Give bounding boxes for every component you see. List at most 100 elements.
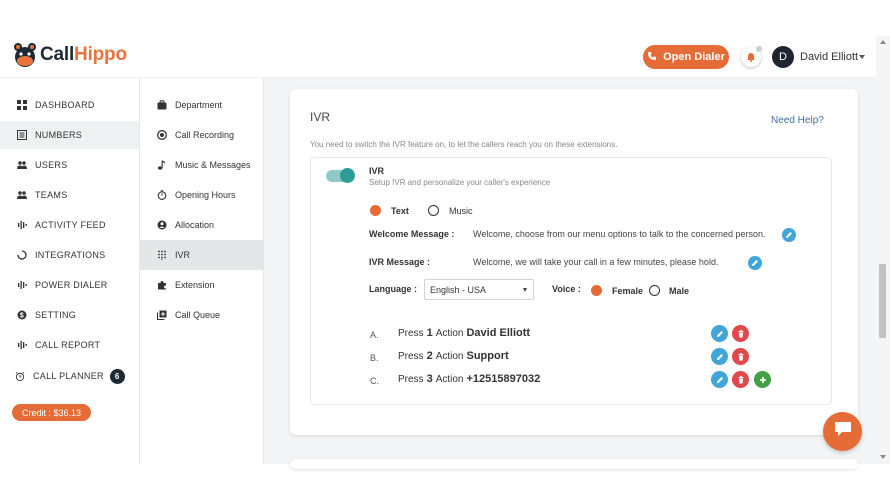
scrollbar[interactable] bbox=[876, 36, 890, 464]
sidebar-item-numbers[interactable]: NUMBERS bbox=[0, 121, 139, 149]
submenu-item-label: Music & Messages bbox=[175, 160, 251, 170]
pencil-icon bbox=[785, 226, 793, 244]
submenu-item-opening-hours[interactable]: Opening Hours bbox=[140, 180, 264, 210]
submenu-item-label: Opening Hours bbox=[175, 190, 236, 200]
trash-icon bbox=[737, 348, 745, 366]
top-bar bbox=[0, 0, 890, 78]
allocation-icon bbox=[157, 220, 167, 230]
pencil-icon bbox=[716, 325, 724, 343]
submenu-item-allocation[interactable]: Allocation bbox=[140, 210, 264, 240]
submenu-item-call-queue[interactable]: Call Queue bbox=[140, 300, 264, 330]
scrollbar-thumb[interactable] bbox=[879, 264, 886, 338]
avatar[interactable]: D bbox=[772, 46, 794, 68]
setting-icon: $ bbox=[17, 310, 27, 320]
press-label: Press bbox=[398, 374, 424, 385]
radio-text-label: Text bbox=[391, 206, 409, 216]
sidebar-item-call-report[interactable]: CALL REPORT bbox=[0, 331, 139, 359]
open-dialer-button[interactable]: Open Dialer bbox=[643, 45, 729, 69]
submenu-item-label: Call Recording bbox=[175, 130, 235, 140]
submenu-item-call-recording[interactable]: Call Recording bbox=[140, 120, 264, 150]
ivr-option-row: Press 2 Action Support bbox=[398, 350, 509, 362]
alarm-clock-icon bbox=[15, 371, 25, 381]
ivr-toggle-knob[interactable] bbox=[340, 168, 355, 183]
option-letter: B. bbox=[370, 353, 379, 363]
welcome-message-label: Welcome Message : bbox=[369, 229, 455, 239]
language-label: Language : bbox=[369, 284, 418, 294]
pencil-icon bbox=[751, 254, 759, 272]
activity-icon bbox=[17, 220, 27, 230]
dialpad-icon bbox=[157, 250, 167, 260]
radio-text[interactable] bbox=[370, 205, 381, 216]
puzzle-icon bbox=[157, 280, 167, 290]
edit-option-button[interactable] bbox=[711, 371, 728, 388]
svg-text:$: $ bbox=[20, 313, 24, 320]
delete-option-button[interactable] bbox=[732, 325, 749, 342]
credit-badge[interactable]: Credit : $36.13 bbox=[12, 404, 92, 421]
sidebar-item-users[interactable]: USERS bbox=[0, 151, 139, 179]
submenu-item-label: Allocation bbox=[175, 220, 215, 230]
submenu-item-department[interactable]: Department bbox=[140, 90, 264, 120]
edit-option-button[interactable] bbox=[711, 348, 728, 365]
option-digit: 1 bbox=[426, 327, 433, 339]
submenu-item-label: Extension bbox=[175, 280, 215, 290]
edit-ivr-message-button[interactable] bbox=[748, 256, 762, 270]
submenu-item-ivr[interactable]: IVR bbox=[140, 240, 264, 270]
submenu-item-music-messages[interactable]: Music & Messages bbox=[140, 150, 264, 180]
edit-welcome-button[interactable] bbox=[782, 228, 796, 242]
need-help-link[interactable]: Need Help? bbox=[771, 115, 824, 126]
ivr-settings-panel bbox=[310, 157, 832, 405]
dashboard-icon bbox=[17, 100, 27, 110]
sidebar-item-activity-feed[interactable]: ACTIVITY FEED bbox=[0, 211, 139, 239]
press-label: Press bbox=[398, 351, 424, 362]
queue-icon bbox=[157, 310, 167, 320]
action-label: Action bbox=[435, 328, 464, 339]
scroll-up-arrow-icon[interactable] bbox=[880, 40, 886, 44]
chat-button[interactable] bbox=[823, 412, 862, 451]
language-select[interactable]: English - USA bbox=[424, 279, 534, 300]
open-dialer-label: Open Dialer bbox=[663, 51, 725, 63]
action-label: Action bbox=[435, 374, 464, 385]
page-title: IVR bbox=[310, 110, 331, 124]
logo-text: CallHippo bbox=[40, 44, 127, 66]
submenu-item-extension[interactable]: Extension bbox=[140, 270, 264, 300]
edit-option-button[interactable] bbox=[711, 325, 728, 342]
chat-bubble-icon bbox=[834, 421, 852, 442]
add-option-button[interactable] bbox=[754, 371, 771, 388]
ivr-description: You need to switch the IVR feature on, t… bbox=[310, 140, 618, 149]
sidebar-item-label: CALL REPORT bbox=[35, 340, 101, 350]
option-letter: C. bbox=[370, 376, 379, 386]
music-icon bbox=[157, 160, 167, 170]
radio-female[interactable] bbox=[591, 285, 602, 296]
sidebar-item-power-dialer[interactable]: POWER DIALER bbox=[0, 271, 139, 299]
sidebar-item-label: TEAMS bbox=[35, 190, 68, 200]
sidebar-item-integrations[interactable]: INTEGRATIONS bbox=[0, 241, 139, 269]
logo-text-prefix: Call bbox=[40, 44, 75, 65]
settings-submenu: Department Call Recording Music & Messag… bbox=[140, 78, 264, 464]
radio-female-label: Female bbox=[612, 286, 644, 296]
sidebar-item-call-planner[interactable]: CALL PLANNER 6 bbox=[0, 362, 139, 390]
sidebar-item-label: POWER DIALER bbox=[35, 280, 108, 290]
radio-music[interactable] bbox=[428, 205, 439, 216]
integrations-icon bbox=[17, 250, 27, 260]
sidebar-item-label: INTEGRATIONS bbox=[35, 250, 106, 260]
voice-label: Voice : bbox=[552, 284, 581, 294]
sidebar-item-label: SETTING bbox=[35, 310, 77, 320]
user-name[interactable]: David Elliott bbox=[800, 51, 858, 63]
power-dialer-icon bbox=[17, 280, 27, 290]
sidebar-item-dashboard[interactable]: DASHBOARD bbox=[0, 91, 139, 119]
chevron-down-icon[interactable] bbox=[859, 55, 865, 59]
hippo-logo-icon bbox=[12, 41, 38, 69]
sidebar-item-teams[interactable]: TEAMS bbox=[0, 181, 139, 209]
delete-option-button[interactable] bbox=[732, 348, 749, 365]
sidebar-item-label: NUMBERS bbox=[35, 130, 83, 140]
call-planner-badge: 6 bbox=[109, 368, 125, 384]
callhippo-logo[interactable]: CallHippo bbox=[12, 41, 127, 69]
sidebar-item-label: USERS bbox=[35, 160, 68, 170]
welcome-message-value: Welcome, choose from our menu options to… bbox=[473, 229, 766, 239]
delete-option-button[interactable] bbox=[732, 371, 749, 388]
radio-male[interactable] bbox=[649, 285, 660, 296]
notification-dot bbox=[756, 46, 762, 52]
scroll-down-arrow-icon[interactable] bbox=[880, 455, 886, 459]
chevron-down-icon bbox=[523, 288, 527, 292]
sidebar-item-setting[interactable]: $ SETTING bbox=[0, 301, 139, 329]
